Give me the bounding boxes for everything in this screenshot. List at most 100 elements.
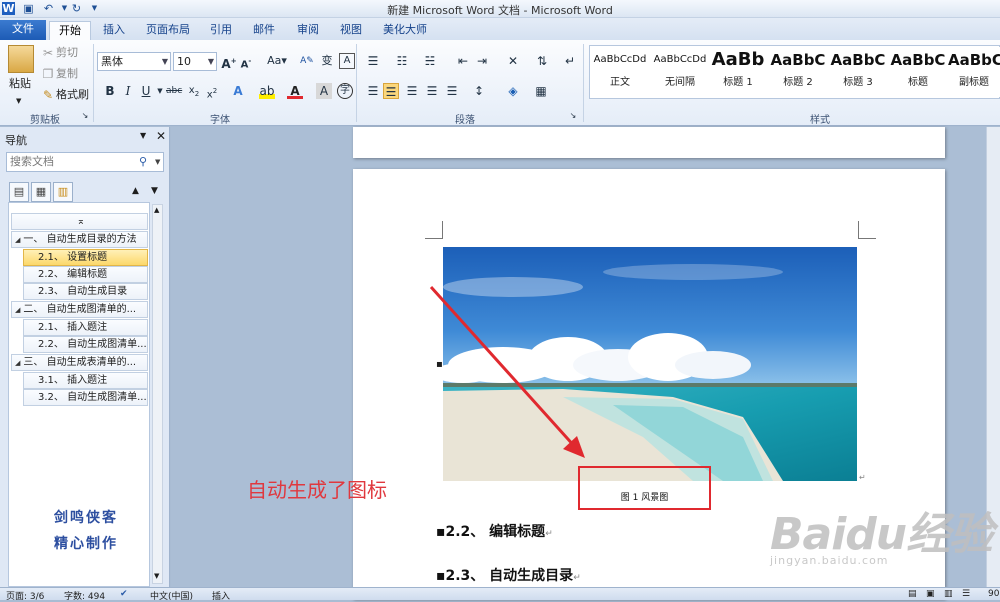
- tab-references[interactable]: 引用: [203, 21, 239, 40]
- search-input[interactable]: 搜索文档 ⚲ ▼: [6, 152, 164, 172]
- chinese-layout-icon[interactable]: ✕: [505, 53, 521, 69]
- tab-file[interactable]: 文件: [0, 20, 46, 40]
- scroll-down-icon[interactable]: ▼: [154, 572, 159, 580]
- nav-pane-menu-icon[interactable]: ▼: [140, 131, 146, 140]
- nav-heading-item[interactable]: ◢ 一、 自动生成目录的方法: [11, 231, 148, 248]
- tab-review[interactable]: 审阅: [290, 21, 326, 40]
- nav-heading-item[interactable]: 2.2、 编辑标题: [23, 266, 148, 283]
- proofing-icon[interactable]: ✔: [120, 589, 128, 599]
- paragraph-launcher-icon[interactable]: ↘: [568, 111, 578, 121]
- scroll-up-icon[interactable]: ▲: [154, 206, 159, 214]
- tab-view[interactable]: 视图: [333, 21, 369, 40]
- character-shading-icon[interactable]: A: [316, 83, 332, 99]
- browse-pages-icon[interactable]: ▦: [31, 182, 51, 202]
- status-page[interactable]: 页面: 3/6: [6, 589, 44, 602]
- text-effects-icon[interactable]: A: [230, 83, 246, 99]
- sort-icon[interactable]: ⇅: [534, 53, 550, 69]
- copy-icon[interactable]: ❐: [40, 66, 56, 82]
- strikethrough-icon[interactable]: abc: [166, 83, 182, 99]
- previous-heading-icon[interactable]: ▲: [132, 186, 139, 196]
- nav-heading-item[interactable]: ◢ 三、 自动生成表清单的...: [11, 354, 148, 371]
- distributed-icon[interactable]: ☰: [444, 83, 460, 99]
- collapse-all-icon[interactable]: ⌅: [11, 213, 148, 230]
- nav-scrollbar[interactable]: ▲ ▼: [152, 204, 163, 584]
- decrease-indent-icon[interactable]: ⇤: [455, 53, 471, 69]
- font-name-dropdown-icon[interactable]: ▼: [162, 53, 168, 70]
- print-layout-view-icon[interactable]: ▤: [908, 589, 917, 599]
- nav-heading-item[interactable]: 3.1、 插入题注: [23, 372, 148, 389]
- enclose-characters-icon[interactable]: 字: [337, 83, 353, 99]
- web-layout-view-icon[interactable]: ▥: [944, 589, 953, 599]
- status-words[interactable]: 字数: 494: [64, 589, 105, 602]
- align-right-icon[interactable]: ☰: [404, 83, 420, 99]
- paste-icon[interactable]: [8, 45, 34, 73]
- style-no-spacing[interactable]: AaBbCcDd 无间隔: [650, 47, 710, 97]
- justify-icon[interactable]: ☰: [424, 83, 440, 99]
- bold-icon[interactable]: B: [102, 83, 118, 99]
- style-subtitle[interactable]: AaBbC 副标题: [948, 47, 1000, 97]
- change-case-icon[interactable]: Aa▾: [266, 53, 288, 69]
- style-title[interactable]: AaBbC 标题: [888, 47, 948, 97]
- show-marks-icon[interactable]: ↵: [562, 53, 578, 69]
- copy-button[interactable]: 复制: [56, 65, 78, 83]
- increase-indent-icon[interactable]: ⇥: [474, 53, 490, 69]
- status-mode[interactable]: 插入: [212, 589, 230, 602]
- paste-dropdown-icon[interactable]: ▼: [16, 92, 21, 110]
- numbering-icon[interactable]: ☷: [394, 53, 410, 69]
- nav-heading-item[interactable]: ◢ 二、 自动生成图清单的...: [11, 301, 148, 318]
- tab-insert[interactable]: 插入: [95, 21, 133, 40]
- nav-heading-item-selected[interactable]: 2.1、 设置标题: [23, 249, 148, 266]
- borders-icon[interactable]: ▦: [533, 83, 549, 99]
- cut-button[interactable]: 剪切: [56, 44, 78, 62]
- align-center-icon[interactable]: ☰: [383, 83, 399, 99]
- highlight-icon[interactable]: ab: [259, 83, 275, 99]
- font-color-icon[interactable]: A: [287, 83, 303, 99]
- search-icon[interactable]: ⚲: [139, 153, 147, 171]
- clipboard-launcher-icon[interactable]: ↘: [80, 111, 90, 121]
- collapse-triangle-icon[interactable]: ◢: [15, 306, 20, 314]
- superscript-icon[interactable]: x2: [204, 83, 220, 100]
- cut-icon[interactable]: ✂: [40, 45, 56, 61]
- style-heading-1[interactable]: AaBb 标题 1: [708, 47, 768, 97]
- nav-heading-item[interactable]: 3.2、 自动生成图清单...: [23, 389, 148, 406]
- outline-view-icon[interactable]: ☰: [962, 589, 970, 599]
- font-size-combo[interactable]: 10 ▼: [173, 52, 217, 71]
- browse-results-icon[interactable]: ▥: [53, 182, 73, 202]
- shading-icon[interactable]: ◈: [505, 83, 521, 99]
- close-icon[interactable]: ✕: [156, 129, 166, 143]
- style-heading-3[interactable]: AaBbC 标题 3: [828, 47, 888, 97]
- paste-button[interactable]: 粘贴: [9, 75, 31, 93]
- full-screen-view-icon[interactable]: ▣: [926, 589, 935, 599]
- tab-home[interactable]: 开始: [49, 21, 91, 40]
- tab-mailings[interactable]: 邮件: [246, 21, 282, 40]
- italic-icon[interactable]: I: [120, 83, 136, 99]
- format-painter-icon[interactable]: ✎: [40, 87, 56, 103]
- format-painter-button[interactable]: 格式刷: [56, 86, 89, 104]
- style-normal[interactable]: AaBbCcDd 正文: [590, 47, 650, 97]
- shrink-font-icon[interactable]: A-: [238, 53, 254, 70]
- zoom-level[interactable]: 90: [988, 589, 999, 599]
- subscript-icon[interactable]: x2: [186, 83, 202, 99]
- style-heading-2[interactable]: AaBbC 标题 2: [768, 47, 828, 97]
- grow-font-icon[interactable]: A+: [221, 53, 237, 71]
- status-language[interactable]: 中文(中国): [150, 589, 193, 602]
- font-size-dropdown-icon[interactable]: ▼: [208, 53, 214, 70]
- align-left-icon[interactable]: ☰: [365, 83, 381, 99]
- nav-heading-item[interactable]: 2.2、 自动生成图清单...: [23, 336, 148, 353]
- clear-format-icon[interactable]: A✎: [299, 53, 315, 69]
- nav-heading-item[interactable]: 2.3、 自动生成目录: [23, 283, 148, 300]
- phonetic-guide-icon[interactable]: 变: [319, 53, 335, 69]
- nav-heading-item[interactable]: 2.1、 插入题注: [23, 319, 148, 336]
- tab-beautify[interactable]: 美化大师: [378, 21, 432, 40]
- tab-page-layout[interactable]: 页面布局: [140, 21, 196, 40]
- bullets-icon[interactable]: ☰: [365, 53, 381, 69]
- character-border-icon[interactable]: A: [339, 53, 355, 69]
- collapse-triangle-icon[interactable]: ◢: [15, 236, 20, 244]
- line-spacing-icon[interactable]: ↕: [471, 83, 487, 99]
- collapse-triangle-icon[interactable]: ◢: [15, 359, 20, 367]
- search-dropdown-icon[interactable]: ▼: [155, 153, 160, 171]
- multilevel-list-icon[interactable]: ☵: [422, 53, 438, 69]
- browse-headings-icon[interactable]: ▤: [9, 182, 29, 202]
- font-name-combo[interactable]: 黑体 ▼: [97, 52, 171, 71]
- next-heading-icon[interactable]: ▼: [151, 186, 158, 196]
